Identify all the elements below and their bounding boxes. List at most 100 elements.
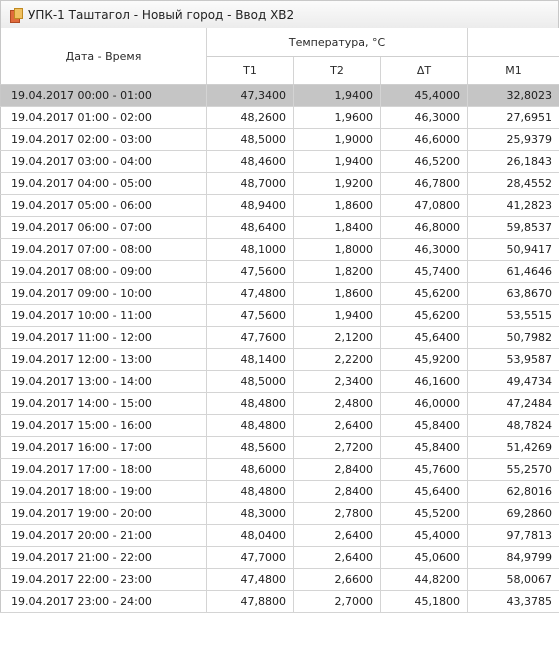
table-row[interactable]: 19.04.2017 22:00 - 23:00 47,4800 2,6600 44,… (0, 568, 559, 591)
cell-dt[interactable]: 45,0600 (380, 546, 469, 569)
table-row[interactable]: 19.04.2017 11:00 - 12:00 47,7600 2,1200 45,… (0, 326, 559, 349)
cell-t1[interactable]: 48,1400 (206, 348, 294, 371)
cell-t2[interactable]: 1,9400 (293, 84, 381, 107)
table-row[interactable]: 19.04.2017 14:00 - 15:00 48,4800 2,4800 46,… (0, 392, 559, 415)
cell-m1[interactable]: 50,7982 (467, 326, 559, 349)
cell-m1[interactable]: 41,2823 (467, 194, 559, 217)
cell-t2[interactable]: 1,9200 (293, 172, 381, 195)
cell-dt[interactable]: 47,0800 (380, 194, 469, 217)
table-row[interactable]: 19.04.2017 00:00 - 01:00 47,3400 1,9400 45,… (0, 84, 559, 107)
cell-date[interactable]: 19.04.2017 15:00 - 16:00 (0, 414, 207, 437)
cell-t1[interactable]: 48,4800 (206, 392, 294, 415)
cell-t1[interactable]: 47,5600 (206, 304, 294, 327)
cell-dt[interactable]: 46,0000 (380, 392, 469, 415)
cell-dt[interactable]: 45,6200 (380, 282, 469, 305)
cell-t1[interactable]: 47,7000 (206, 546, 294, 569)
column-header-t1[interactable]: T1 (206, 56, 294, 85)
cell-date[interactable]: 19.04.2017 23:00 - 24:00 (0, 590, 207, 613)
cell-dt[interactable]: 46,6000 (380, 128, 469, 151)
cell-t2[interactable]: 1,8600 (293, 194, 381, 217)
cell-t1[interactable]: 47,3400 (206, 84, 294, 107)
cell-t2[interactable]: 2,2200 (293, 348, 381, 371)
cell-date[interactable]: 19.04.2017 05:00 - 06:00 (0, 194, 207, 217)
cell-m1[interactable]: 28,4552 (467, 172, 559, 195)
cell-date[interactable]: 19.04.2017 11:00 - 12:00 (0, 326, 207, 349)
data-grid[interactable]: Дата - Время Температура, °С T1 T2 ΔT M1… (0, 28, 559, 613)
cell-dt[interactable]: 45,9200 (380, 348, 469, 371)
cell-t1[interactable]: 48,4800 (206, 414, 294, 437)
cell-t2[interactable]: 2,7000 (293, 590, 381, 613)
table-row[interactable]: 19.04.2017 12:00 - 13:00 48,1400 2,2200 45,… (0, 348, 559, 371)
table-row[interactable]: 19.04.2017 19:00 - 20:00 48,3000 2,7800 45,… (0, 502, 559, 525)
cell-t2[interactable]: 2,3400 (293, 370, 381, 393)
cell-dt[interactable]: 45,5200 (380, 502, 469, 525)
cell-m1[interactable]: 43,3785 (467, 590, 559, 613)
column-header-m1[interactable]: M1 (467, 56, 559, 85)
cell-t1[interactable]: 48,5000 (206, 128, 294, 151)
cell-t1[interactable]: 48,0400 (206, 524, 294, 547)
cell-date[interactable]: 19.04.2017 04:00 - 05:00 (0, 172, 207, 195)
cell-t2[interactable]: 2,6400 (293, 414, 381, 437)
table-row[interactable]: 19.04.2017 01:00 - 02:00 48,2600 1,9600 46,… (0, 106, 559, 129)
cell-t2[interactable]: 1,8600 (293, 282, 381, 305)
cell-date[interactable]: 19.04.2017 08:00 - 09:00 (0, 260, 207, 283)
table-row[interactable]: 19.04.2017 03:00 - 04:00 48,4600 1,9400 46,… (0, 150, 559, 173)
table-row[interactable]: 19.04.2017 04:00 - 05:00 48,7000 1,9200 46,… (0, 172, 559, 195)
cell-m1[interactable]: 84,9799 (467, 546, 559, 569)
cell-t2[interactable]: 1,9400 (293, 304, 381, 327)
table-row[interactable]: 19.04.2017 15:00 - 16:00 48,4800 2,6400 45,… (0, 414, 559, 437)
cell-dt[interactable]: 46,1600 (380, 370, 469, 393)
table-row[interactable]: 19.04.2017 08:00 - 09:00 47,5600 1,8200 45,… (0, 260, 559, 283)
cell-m1[interactable]: 50,9417 (467, 238, 559, 261)
cell-t2[interactable]: 1,9400 (293, 150, 381, 173)
cell-dt[interactable]: 45,4000 (380, 524, 469, 547)
cell-date[interactable]: 19.04.2017 01:00 - 02:00 (0, 106, 207, 129)
cell-m1[interactable]: 47,2484 (467, 392, 559, 415)
cell-t2[interactable]: 1,8000 (293, 238, 381, 261)
cell-t2[interactable]: 2,8400 (293, 458, 381, 481)
cell-t2[interactable]: 2,6400 (293, 524, 381, 547)
cell-m1[interactable]: 59,8537 (467, 216, 559, 239)
cell-t1[interactable]: 47,8800 (206, 590, 294, 613)
cell-date[interactable]: 19.04.2017 14:00 - 15:00 (0, 392, 207, 415)
cell-date[interactable]: 19.04.2017 10:00 - 11:00 (0, 304, 207, 327)
cell-m1[interactable]: 58,0067 (467, 568, 559, 591)
cell-dt[interactable]: 45,7600 (380, 458, 469, 481)
cell-t1[interactable]: 48,6000 (206, 458, 294, 481)
cell-dt[interactable]: 44,8200 (380, 568, 469, 591)
column-header-dt[interactable]: ΔT (380, 56, 469, 85)
cell-m1[interactable]: 61,4646 (467, 260, 559, 283)
cell-m1[interactable]: 32,8023 (467, 84, 559, 107)
cell-m1[interactable]: 97,7813 (467, 524, 559, 547)
cell-t2[interactable]: 2,6400 (293, 546, 381, 569)
cell-dt[interactable]: 45,8400 (380, 436, 469, 459)
cell-date[interactable]: 19.04.2017 16:00 - 17:00 (0, 436, 207, 459)
cell-m1[interactable]: 51,4269 (467, 436, 559, 459)
cell-dt[interactable]: 45,8400 (380, 414, 469, 437)
cell-m1[interactable]: 26,1843 (467, 150, 559, 173)
cell-t2[interactable]: 2,8400 (293, 480, 381, 503)
cell-t1[interactable]: 48,6400 (206, 216, 294, 239)
cell-m1[interactable]: 53,5515 (467, 304, 559, 327)
table-row[interactable]: 19.04.2017 13:00 - 14:00 48,5000 2,3400 46,… (0, 370, 559, 393)
cell-date[interactable]: 19.04.2017 20:00 - 21:00 (0, 524, 207, 547)
cell-dt[interactable]: 45,6400 (380, 326, 469, 349)
cell-t1[interactable]: 48,7000 (206, 172, 294, 195)
table-row[interactable]: 19.04.2017 09:00 - 10:00 47,4800 1,8600 45,… (0, 282, 559, 305)
cell-t1[interactable]: 48,5600 (206, 436, 294, 459)
cell-m1[interactable]: 69,2860 (467, 502, 559, 525)
cell-t2[interactable]: 1,8200 (293, 260, 381, 283)
cell-dt[interactable]: 45,1800 (380, 590, 469, 613)
cell-dt[interactable]: 46,3000 (380, 106, 469, 129)
table-row[interactable]: 19.04.2017 02:00 - 03:00 48,5000 1,9000 46,… (0, 128, 559, 151)
table-row[interactable]: 19.04.2017 06:00 - 07:00 48,6400 1,8400 46,… (0, 216, 559, 239)
cell-date[interactable]: 19.04.2017 00:00 - 01:00 (0, 84, 207, 107)
cell-t2[interactable]: 2,4800 (293, 392, 381, 415)
cell-t1[interactable]: 47,4800 (206, 568, 294, 591)
cell-t2[interactable]: 1,9000 (293, 128, 381, 151)
cell-date[interactable]: 19.04.2017 06:00 - 07:00 (0, 216, 207, 239)
table-row[interactable]: 19.04.2017 18:00 - 19:00 48,4800 2,8400 45,… (0, 480, 559, 503)
cell-t1[interactable]: 48,3000 (206, 502, 294, 525)
cell-t1[interactable]: 47,4800 (206, 282, 294, 305)
cell-dt[interactable]: 45,4000 (380, 84, 469, 107)
